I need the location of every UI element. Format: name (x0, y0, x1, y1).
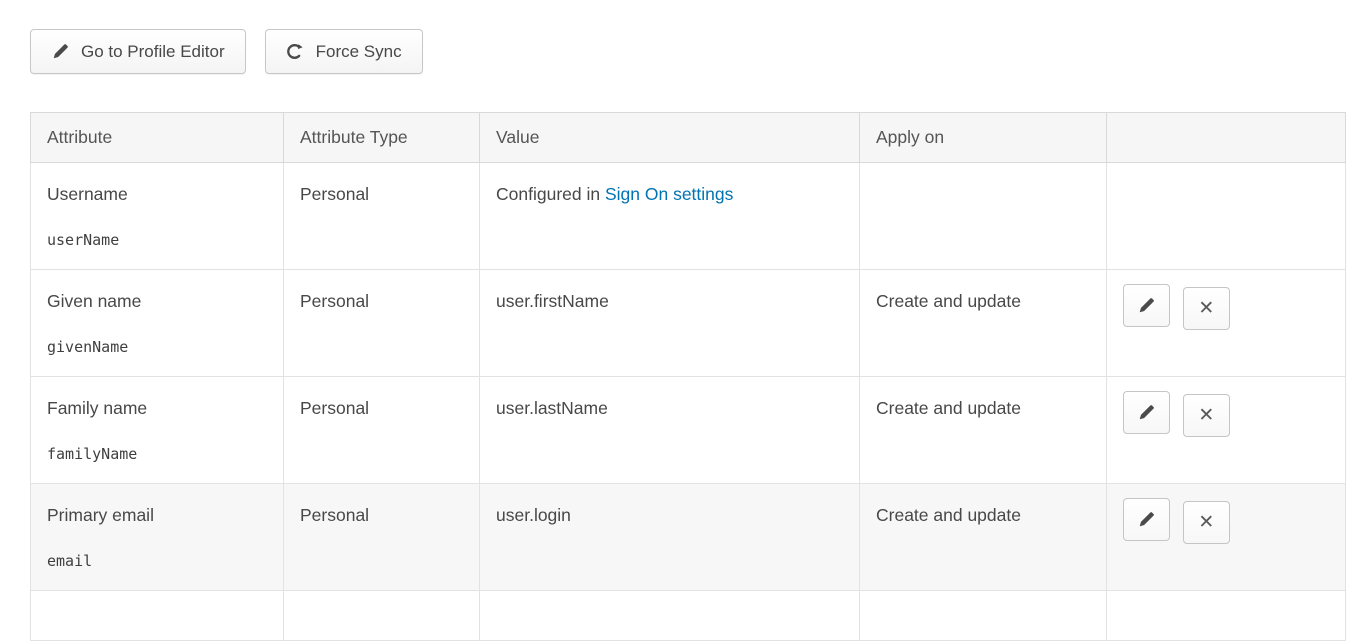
delete-attribute-button[interactable]: ✕ (1183, 501, 1230, 544)
attribute-label: Family name (47, 398, 267, 419)
delete-attribute-button[interactable]: ✕ (1183, 287, 1230, 330)
attribute-type-cell: Personal (284, 163, 480, 270)
table-row-primary-email: Primary email email Personal user.login … (31, 484, 1346, 591)
pencil-icon (1138, 404, 1156, 422)
value-cell: Configured in Sign On settings (480, 163, 860, 270)
edit-attribute-button[interactable] (1123, 391, 1170, 434)
sign-on-settings-link[interactable]: Sign On settings (605, 184, 733, 204)
table-header-row: Attribute Attribute Type Value Apply on (31, 113, 1346, 163)
edit-attribute-button[interactable] (1123, 284, 1170, 327)
attribute-variable: email (47, 552, 267, 570)
table-row-given-name: Given name givenName Personal user.first… (31, 270, 1346, 377)
apply-on-cell: Create and update (860, 484, 1107, 591)
attribute-type-cell (284, 591, 480, 641)
attribute-cell: Family name familyName (31, 377, 284, 484)
attribute-type-cell: Personal (284, 377, 480, 484)
partial-row (31, 591, 1346, 641)
header-actions (1107, 113, 1346, 163)
attribute-variable: userName (47, 231, 267, 249)
close-icon: ✕ (1198, 513, 1214, 532)
actions-cell (1107, 591, 1346, 641)
table-row-family-name: Family name familyName Personal user.las… (31, 377, 1346, 484)
go-to-profile-editor-label: Go to Profile Editor (81, 42, 225, 62)
attribute-cell: Username userName (31, 163, 284, 270)
apply-on-cell (860, 163, 1107, 270)
close-icon: ✕ (1198, 299, 1214, 318)
apply-on-cell: Create and update (860, 377, 1107, 484)
value-cell: user.lastName (480, 377, 860, 484)
attribute-variable: givenName (47, 338, 267, 356)
value-cell: user.firstName (480, 270, 860, 377)
header-attribute-type: Attribute Type (284, 113, 480, 163)
value-cell: user.login (480, 484, 860, 591)
value-text: Configured in (496, 184, 600, 204)
pencil-icon (1138, 297, 1156, 315)
table-row-username: Username userName Personal Configured in… (31, 163, 1346, 270)
attribute-label: Primary email (47, 505, 267, 526)
attribute-cell: Primary email email (31, 484, 284, 591)
pencil-icon (51, 43, 69, 61)
attribute-label: Username (47, 184, 267, 205)
delete-attribute-button[interactable]: ✕ (1183, 394, 1230, 437)
attribute-mappings-table: Attribute Attribute Type Value Apply on … (30, 112, 1346, 641)
apply-on-cell (860, 591, 1107, 641)
attribute-cell: Given name givenName (31, 270, 284, 377)
actions-cell: ✕ (1107, 377, 1346, 484)
header-attribute: Attribute (31, 113, 284, 163)
attribute-cell (31, 591, 284, 641)
header-apply-on: Apply on (860, 113, 1107, 163)
actions-cell: ✕ (1107, 270, 1346, 377)
attribute-type-cell: Personal (284, 484, 480, 591)
force-sync-button[interactable]: Force Sync (265, 29, 423, 74)
apply-on-cell: Create and update (860, 270, 1107, 377)
attribute-label: Given name (47, 291, 267, 312)
attribute-type-cell: Personal (284, 270, 480, 377)
actions-cell: ✕ (1107, 484, 1346, 591)
toolbar: Go to Profile Editor Force Sync (30, 29, 1370, 74)
close-icon: ✕ (1198, 406, 1214, 425)
attribute-variable: familyName (47, 445, 267, 463)
pencil-icon (1138, 511, 1156, 529)
refresh-icon (286, 43, 304, 61)
go-to-profile-editor-button[interactable]: Go to Profile Editor (30, 29, 246, 74)
edit-attribute-button[interactable] (1123, 498, 1170, 541)
header-value: Value (480, 113, 860, 163)
actions-cell (1107, 163, 1346, 270)
value-cell (480, 591, 860, 641)
force-sync-label: Force Sync (316, 42, 402, 62)
